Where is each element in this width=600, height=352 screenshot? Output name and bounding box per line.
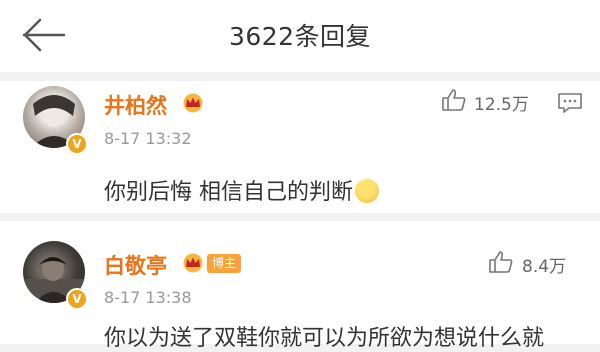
page-title: 3622条回复 <box>228 22 372 51</box>
reply-icon[interactable] <box>557 91 583 115</box>
top-bar: 3622条回复 <box>0 0 600 72</box>
verified-v-icon: V <box>66 133 88 155</box>
like-count: 12.5万 <box>474 95 529 115</box>
like-count: 8.4万 <box>522 257 567 277</box>
crown-icon <box>183 93 203 113</box>
comment-time: 8-17 13:38 <box>104 288 192 307</box>
comment-text: 你以为送了双鞋你就可以为所欲为想说什么就 <box>104 326 545 351</box>
username[interactable]: 白敬亭 <box>104 250 167 280</box>
comment-text: 你别后悔 相信自己的判断 <box>104 174 379 206</box>
verified-v-icon: V <box>66 288 88 310</box>
emoji-shush-icon <box>355 179 379 203</box>
thumbs-up-icon[interactable] <box>441 88 467 112</box>
comment-text-content: 你别后悔 相信自己的判断 <box>104 180 353 205</box>
thumbs-up-icon[interactable] <box>488 250 514 274</box>
crown-icon <box>183 253 203 273</box>
comment-time: 8-17 13:32 <box>104 129 192 148</box>
username[interactable]: 井柏然 <box>104 90 167 120</box>
comment-item: V 白敬亭 博主 8-17 13:38 你以为送了双鞋你就可以为所欲为想说什么就… <box>0 221 600 351</box>
author-tag: 博主 <box>207 254 242 273</box>
comment-item: V 井柏然 8-17 13:32 你别后悔 相信自己的判断 12.5万 <box>0 81 600 213</box>
